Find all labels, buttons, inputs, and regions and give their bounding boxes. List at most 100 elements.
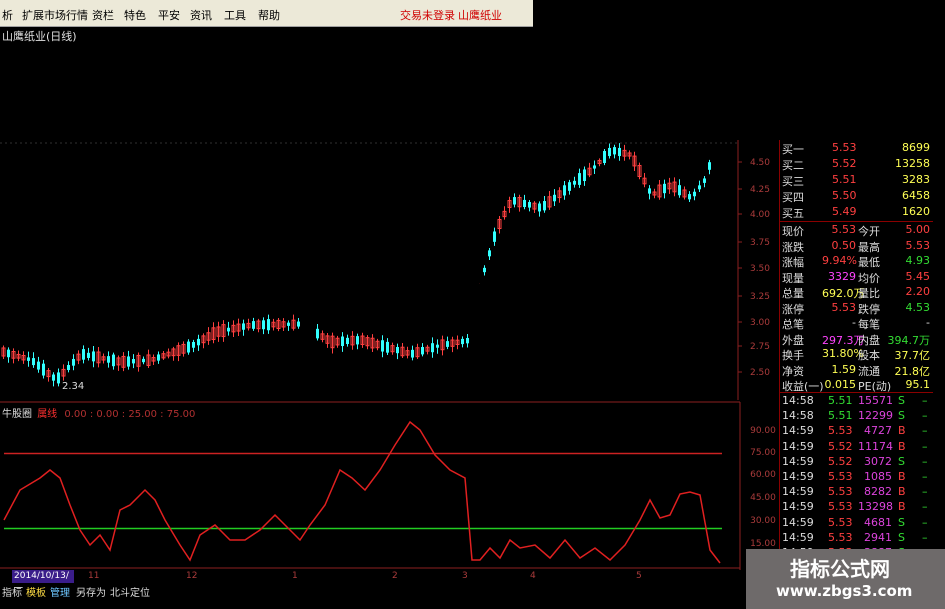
tab-beidou-locate[interactable]: 北斗定位 [110, 584, 150, 599]
menu-item-tools[interactable]: 工具 [224, 7, 246, 23]
tick-price: 5.53 [828, 515, 853, 529]
indicator-panel [3, 420, 722, 564]
bid-volume: 13258 [895, 157, 930, 170]
menu-item-ext-market[interactable]: 扩展市场行情 [22, 7, 88, 23]
candle-body [446, 341, 449, 347]
order-book-row[interactable]: 买五 5.49 1620 [782, 205, 932, 221]
tick-row[interactable]: 14:59 5.53 13298 B – [782, 500, 932, 516]
candle-body [488, 250, 491, 257]
candle-body [360, 335, 365, 346]
tick-row[interactable]: 14:59 5.53 2941 S – [782, 531, 932, 547]
time-axis-label: 5 [636, 571, 642, 581]
candle-body [608, 147, 611, 157]
bid-price: 5.50 [832, 189, 857, 202]
candle-body [652, 191, 657, 196]
order-book-row[interactable]: 买二 5.52 13258 [782, 157, 932, 173]
tick-side: B [898, 500, 906, 514]
candlestick-series [1, 143, 711, 387]
tick-row[interactable]: 14:59 5.53 4727 B – [782, 424, 932, 440]
candle-body [11, 351, 16, 359]
candle-body [146, 354, 151, 366]
quote-label: 现量 [782, 271, 804, 285]
menu-item-news[interactable]: 资讯 [190, 7, 212, 23]
candle-body [242, 323, 245, 330]
indicator-name[interactable]: 牛股圈 [2, 409, 32, 420]
tick-row[interactable]: 14:59 5.53 4681 S – [782, 516, 932, 532]
tick-row[interactable]: 14:58 5.51 15571 S – [782, 394, 932, 410]
tick-dash: – [922, 394, 928, 407]
tick-dash: – [922, 530, 928, 544]
tab-template[interactable]: 模板 [26, 584, 46, 599]
menu-item-columns[interactable]: 资栏 [92, 7, 114, 23]
tick-row[interactable]: 14:59 5.53 8282 B – [782, 485, 932, 501]
candle-body [502, 210, 507, 218]
price-axis-label: 3.50 [750, 264, 770, 274]
menu-item-analysis[interactable]: 析 [2, 7, 13, 23]
quote-row: 总量 692.0万 量比 2.20 [782, 285, 932, 301]
quote-label: 涨跌 [782, 240, 804, 254]
tick-time: 14:59 [782, 515, 814, 529]
candle-body [693, 191, 696, 197]
candle-body [493, 231, 496, 242]
tick-row[interactable]: 14:59 5.53 1085 B – [782, 470, 932, 486]
candle-body [21, 355, 26, 361]
candle-body [72, 358, 75, 366]
tick-dash: – [922, 439, 928, 453]
candle-body [346, 337, 349, 345]
candle-body [523, 199, 526, 208]
tick-row[interactable]: 14:59 5.52 3072 S – [782, 455, 932, 471]
price-axis-label: 3.75 [750, 238, 770, 248]
quote-value: 95.1 [905, 378, 931, 391]
time-axis-label: 2 [392, 571, 398, 581]
quote-label: 涨停 [782, 302, 804, 316]
quote-label: 跌停 [858, 302, 880, 316]
quote-row: 总笔 - 每笔 - [782, 316, 932, 332]
tick-price: 5.51 [828, 394, 853, 407]
price-axis-label: 2.50 [750, 368, 770, 378]
menu-item-help[interactable]: 帮助 [258, 7, 280, 23]
tick-volume: 4681 [864, 515, 892, 529]
order-book-row[interactable]: 买三 5.51 3283 [782, 173, 932, 189]
quote-row: 外盘 297.3万 内盘 394.7万 [782, 332, 932, 348]
indicator-axis-label: 15.00 [750, 539, 776, 549]
candle-body [386, 341, 389, 353]
tick-side: B [898, 424, 906, 438]
candle-body [116, 357, 121, 366]
quote-label: 总笔 [782, 318, 804, 331]
candle-body [187, 341, 190, 353]
date-cursor-box: 2014/10/13/一 [12, 570, 74, 594]
quote-label: 内盘 [858, 333, 880, 347]
candle-body [370, 337, 375, 349]
tab-indicator[interactable]: 指标 [2, 584, 22, 599]
quote-label: 换手 [782, 349, 804, 362]
menu-item-features[interactable]: 特色 [124, 7, 146, 23]
candle-body [7, 349, 10, 358]
quote-value: 5.45 [905, 269, 931, 283]
low-price-label: 2.34 [62, 381, 85, 392]
price-axis-label: 3.00 [750, 318, 770, 328]
indicator-axis-label: 30.00 [750, 516, 776, 526]
trade-login-status[interactable]: 交易未登录 [400, 7, 455, 23]
candle-body [320, 333, 325, 340]
tick-row[interactable]: 14:59 5.52 11174 B – [782, 440, 932, 456]
quote-row: 涨跌 0.50 最高 5.53 [782, 239, 932, 255]
candle-body [52, 374, 55, 381]
order-book-row[interactable]: 买四 5.50 6458 [782, 189, 932, 205]
tab-save-as[interactable]: 另存为 [76, 584, 106, 599]
candle-body [672, 181, 677, 193]
tab-manage[interactable]: 管理 [50, 584, 70, 599]
candle-body [27, 357, 30, 361]
candle-body [262, 320, 265, 330]
candle-body [497, 218, 502, 230]
menu-item-pingan[interactable]: 平安 [158, 7, 180, 23]
redacted-area [533, 0, 945, 140]
tick-side: B [898, 485, 906, 499]
tick-row[interactable]: 14:58 5.51 12299 S – [782, 409, 932, 425]
bid-volume: 3283 [902, 173, 930, 186]
indicator-line [3, 420, 721, 564]
tick-side: B [898, 470, 906, 483]
tick-volume: 8282 [864, 485, 892, 499]
order-book-row[interactable]: 买一 5.53 8699 [782, 141, 932, 157]
tick-time: 14:58 [782, 394, 814, 407]
quote-value: - [852, 316, 856, 329]
